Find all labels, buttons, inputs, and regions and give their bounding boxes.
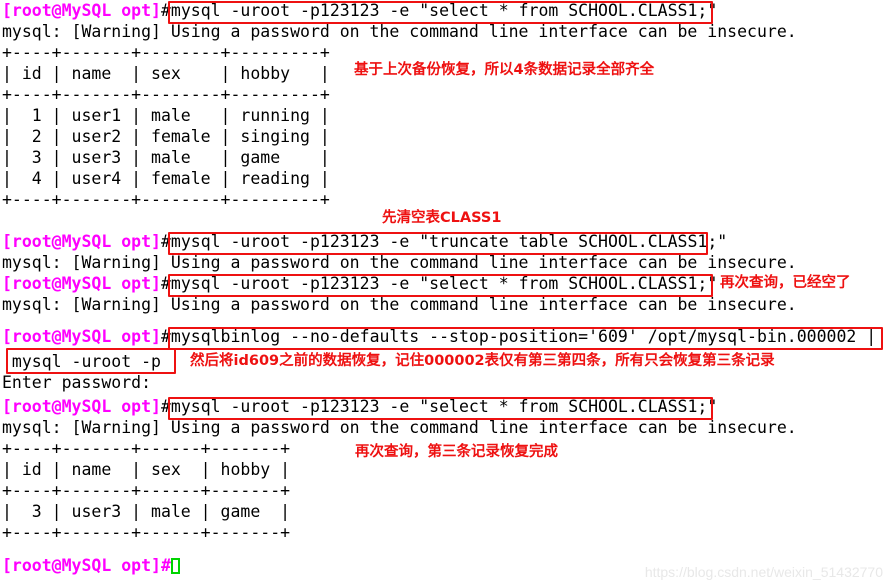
command-text: #mysql -uroot -p123123 -e "select * from… (160, 397, 718, 416)
table-rule-top: +----+-------+--------+---------+ (2, 43, 330, 62)
command-text: #mysql -uroot -p123123 -e "select * from… (160, 1, 718, 20)
shell-prompt: [root@MySQL opt] (2, 232, 161, 251)
prompt-hash: # (160, 556, 171, 575)
table-rule-header: +----+-------+------+-------+ (2, 481, 291, 500)
command-text: #mysqlbinlog --no-defaults --stop-positi… (160, 327, 877, 346)
shell-prompt: [root@MySQL opt] (2, 1, 161, 20)
terminal-line-command: [root@MySQL opt]#mysql -uroot -p123123 -… (2, 0, 717, 21)
table-rule-header: +----+-------+--------+---------+ (2, 85, 330, 104)
annotation-truncate-table: 先清空表CLASS1 (382, 210, 502, 226)
terminal-line-output: mysql: [Warning] Using a password on the… (2, 253, 797, 272)
shell-prompt: [root@MySQL opt] (2, 556, 161, 575)
terminal-line-command: [root@MySQL opt]#mysql -uroot -p123123 -… (2, 396, 717, 417)
command-text: #mysql -uroot -p123123 -e "truncate tabl… (160, 232, 728, 251)
terminal-line-continuation: mysql -uroot -p (2, 352, 161, 371)
table-row: | 3 | user3 | male | game | (2, 502, 291, 521)
terminal-line-command: [root@MySQL opt]#mysql -uroot -p123123 -… (2, 273, 717, 294)
table-row: | 2 | user2 | female | singing | (2, 127, 330, 146)
terminal-line-output: mysql: [Warning] Using a password on the… (2, 418, 797, 437)
password-prompt: Enter password: (2, 373, 152, 392)
table-rule-bottom: +----+-------+------+-------+ (2, 523, 291, 542)
terminal-screen[interactable]: [root@MySQL opt]#mysql -uroot -p123123 -… (0, 0, 891, 586)
watermark-url: https://blog.csdn.net/weixin_51432770 (644, 564, 883, 580)
annotation-restore-done: 再次查询，第三条记录恢复完成 (355, 444, 558, 460)
shell-prompt: [root@MySQL opt] (2, 397, 161, 416)
terminal-line-command: [root@MySQL opt]#mysql -uroot -p123123 -… (2, 231, 727, 252)
table-rule-bottom: +----+-------+--------+---------+ (2, 190, 330, 209)
text-cursor[interactable] (170, 558, 180, 574)
table-header-row: | id | name | sex | hobby | (2, 64, 330, 83)
table-row: | 3 | user3 | male | game | (2, 148, 330, 167)
table-row: | 1 | user1 | male | running | (2, 106, 330, 125)
terminal-line-output: mysql: [Warning] Using a password on the… (2, 295, 797, 314)
table-row: | 4 | user4 | female | reading | (2, 169, 330, 188)
annotation-backup-restore: 基于上次备份恢复，所以4条数据记录全部齐全 (354, 62, 655, 78)
command-text: #mysql -uroot -p123123 -e "select * from… (160, 274, 718, 293)
table-header-row: | id | name | sex | hobby | (2, 460, 291, 479)
table-rule-top: +----+-------+------+-------+ (2, 439, 291, 458)
annotation-empty-result: 再次查询，已经空了 (720, 275, 851, 291)
shell-prompt: [root@MySQL opt] (2, 327, 161, 346)
annotation-binlog-restore: 然后将id609之前的数据恢复，记住000002表仅有第三第四条，所有只会恢复第… (190, 353, 775, 369)
terminal-line-prompt-active[interactable]: [root@MySQL opt]# (2, 555, 180, 576)
terminal-line-output: mysql: [Warning] Using a password on the… (2, 22, 797, 41)
shell-prompt: [root@MySQL opt] (2, 274, 161, 293)
terminal-line-command: [root@MySQL opt]#mysqlbinlog --no-defaul… (2, 326, 876, 347)
